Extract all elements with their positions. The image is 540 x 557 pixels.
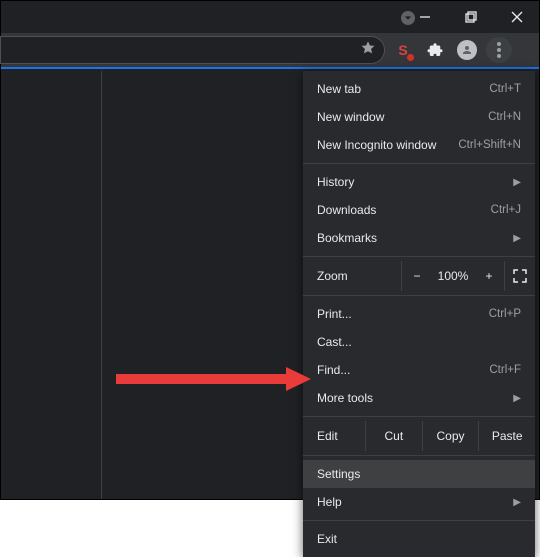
edit-paste-button[interactable]: Paste: [478, 421, 535, 451]
address-bar[interactable]: [0, 36, 385, 64]
zoom-out-button[interactable]: −: [402, 269, 432, 283]
submenu-caret-icon: ▶: [513, 393, 521, 404]
menu-zoom-row: Zoom − 100% +: [303, 261, 535, 291]
fullscreen-button[interactable]: [505, 269, 535, 283]
menu-label: New window: [317, 110, 384, 124]
window-close-button[interactable]: [495, 1, 539, 33]
submenu-caret-icon: ▶: [513, 233, 521, 244]
menu-separator: [303, 520, 535, 521]
menu-label: Bookmarks: [317, 231, 377, 245]
zoom-percent: 100%: [432, 269, 474, 283]
zoom-label: Zoom: [317, 269, 401, 283]
menu-separator: [303, 295, 535, 296]
content-divider: [101, 71, 102, 499]
menu-shortcut: Ctrl+Shift+N: [458, 139, 521, 151]
menu-cast[interactable]: Cast...: [303, 328, 535, 356]
tab-dropdown-icon[interactable]: [401, 11, 415, 25]
menu-print[interactable]: Print... Ctrl+P: [303, 300, 535, 328]
submenu-caret-icon: ▶: [513, 497, 521, 508]
submenu-caret-icon: ▶: [513, 177, 521, 188]
menu-label: Help: [317, 495, 342, 509]
extension-s-icon[interactable]: S: [389, 36, 417, 64]
menu-history[interactable]: History ▶: [303, 168, 535, 196]
chrome-menu-button[interactable]: [485, 36, 513, 64]
menu-edit-row: Edit Cut Copy Paste: [303, 421, 535, 451]
menu-exit[interactable]: Exit: [303, 525, 535, 553]
menu-shortcut: Ctrl+F: [489, 364, 521, 376]
menu-separator: [303, 455, 535, 456]
browser-window: S New tab Ctrl+T New window Ctrl+N New I…: [0, 0, 540, 500]
menu-separator: [303, 416, 535, 417]
edit-cut-button[interactable]: Cut: [365, 421, 422, 451]
menu-label: More tools: [317, 391, 373, 405]
edit-label: Edit: [317, 429, 365, 443]
menu-shortcut: Ctrl+T: [489, 83, 521, 95]
menu-shortcut: Ctrl+N: [488, 111, 521, 123]
browser-toolbar: S: [1, 33, 539, 69]
menu-label: Exit: [317, 532, 337, 546]
profile-avatar-icon[interactable]: [453, 36, 481, 64]
window-titlebar: [1, 1, 539, 33]
menu-label: New tab: [317, 82, 361, 96]
edit-copy-button[interactable]: Copy: [422, 421, 479, 451]
chrome-main-menu: New tab Ctrl+T New window Ctrl+N New Inc…: [303, 71, 535, 557]
menu-bookmarks[interactable]: Bookmarks ▶: [303, 224, 535, 252]
extensions-puzzle-icon[interactable]: [421, 36, 449, 64]
menu-more-tools[interactable]: More tools ▶: [303, 384, 535, 412]
menu-downloads[interactable]: Downloads Ctrl+J: [303, 196, 535, 224]
annotation-arrow-icon: [116, 365, 311, 393]
bookmark-star-icon[interactable]: [360, 40, 376, 61]
menu-label: History: [317, 175, 354, 189]
menu-shortcut: Ctrl+P: [489, 308, 521, 320]
menu-label: New Incognito window: [317, 138, 436, 152]
menu-label: Find...: [317, 363, 350, 377]
menu-label: Print...: [317, 307, 352, 321]
menu-new-tab[interactable]: New tab Ctrl+T: [303, 75, 535, 103]
menu-settings[interactable]: Settings: [303, 460, 535, 488]
menu-label: Downloads: [317, 203, 376, 217]
menu-shortcut: Ctrl+J: [491, 204, 521, 216]
menu-help[interactable]: Help ▶: [303, 488, 535, 516]
menu-separator: [303, 163, 535, 164]
menu-incognito[interactable]: New Incognito window Ctrl+Shift+N: [303, 131, 535, 159]
zoom-in-button[interactable]: +: [474, 269, 504, 283]
menu-new-window[interactable]: New window Ctrl+N: [303, 103, 535, 131]
window-maximize-button[interactable]: [449, 1, 493, 33]
menu-label: Cast...: [317, 335, 352, 349]
menu-label: Settings: [317, 467, 360, 481]
menu-separator: [303, 256, 535, 257]
menu-find[interactable]: Find... Ctrl+F: [303, 356, 535, 384]
